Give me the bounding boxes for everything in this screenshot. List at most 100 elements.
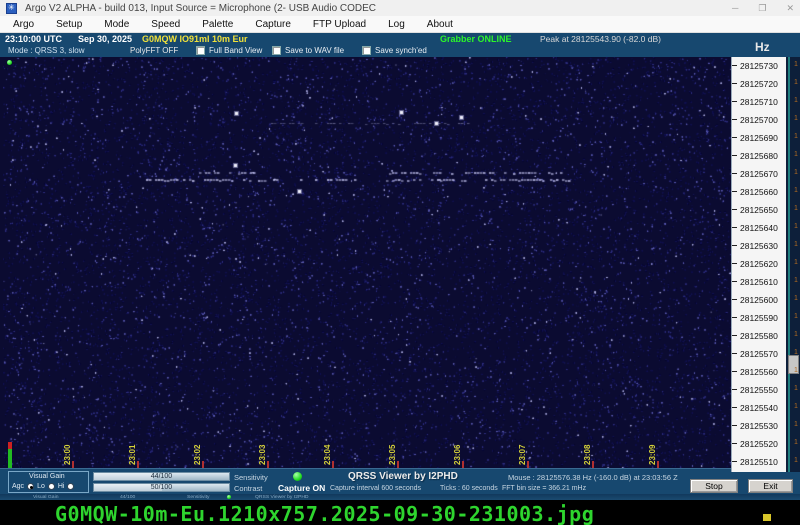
menu-item-log[interactable]: Log [377,19,416,30]
freq-fragment: 1 [794,313,798,320]
freq-fragment: 1 [794,349,798,356]
freq-label: 28125670 [740,169,778,179]
freq-fragment: 1 [794,151,798,158]
menu-item-setup[interactable]: Setup [45,19,93,30]
time-tick [72,461,74,468]
close-icon[interactable]: ✕ [786,3,794,14]
freq-fragment: 1 [794,79,798,86]
capture-state[interactable]: Capture ON [278,483,325,493]
sensitivity-value: 44/100 [150,473,173,480]
menu-item-about[interactable]: About [416,19,464,30]
freq-tick [732,263,737,264]
checkbox-save-synch-ed[interactable]: Save synch'ed [362,46,427,55]
freq-fragment: 1 [794,241,798,248]
time-label: 23:02 [193,444,202,465]
artifact-led-icon [227,495,231,499]
freq-fragment: 1 [794,421,798,428]
waterfall-overlay: 23:00 23:01 23:02 23:03 23:04 23:05 23:06 23:07… [3,57,731,468]
freq-tick [732,173,737,174]
artifact-fragment: 44/100 [120,494,136,500]
exit-button[interactable]: Exit [748,479,793,493]
freq-fragment: 1 [794,97,798,104]
time-tick [202,461,204,468]
menu-item-ftp-upload[interactable]: FTP Upload [302,19,377,30]
frequency-scale: 28125730 28125720 28125710 28125700 28125690… [731,57,786,472]
radio-lo[interactable] [47,483,55,490]
menu-bar: Argo Setup Mode Speed Palette Capture FTP Uplo… [0,16,800,33]
app-credit-label: QRSS Viewer by I2PHD [348,471,458,482]
contrast-label: Contrast [234,484,263,493]
sync-led-icon [7,60,12,65]
menu-item-capture[interactable]: Capture [244,19,302,30]
menu-item-argo[interactable]: Argo [2,19,45,30]
freq-tick [732,353,737,354]
freq-label: 28125650 [740,205,778,215]
freq-fragment: 1 [794,403,798,410]
peak-readout: Peak at 28125543.90 (-82.0 dB) [540,34,661,44]
minimize-icon[interactable]: ─ [732,3,738,13]
checkbox-save-to-wav-file[interactable]: Save to WAV file [272,46,344,55]
stop-button[interactable]: Stop [690,479,738,493]
radio-label-agc: Agc [12,483,25,490]
freq-label: 28125720 [740,79,778,89]
freq-fragment: 1 [794,61,798,68]
radio-agc[interactable] [27,483,35,490]
window-title: Argo V2 ALPHA - build 013, Input Source … [25,2,377,14]
checkbox-box[interactable] [272,46,281,55]
freq-tick [732,137,737,138]
freq-label: 28125610 [740,277,778,287]
freq-fragment: 1 [794,133,798,140]
input-level-meter [8,442,12,468]
freq-fragment: 1 [794,457,798,464]
freq-tick [732,65,737,66]
title-bar: Argo V2 ALPHA - build 013, Input Source … [0,0,800,16]
freq-tick [732,371,737,372]
maximize-icon[interactable]: ❐ [758,3,766,14]
sensitivity-slider[interactable]: 44/100 [93,472,230,481]
polyfft-label[interactable]: PolyFFT OFF [130,46,178,55]
menu-item-mode[interactable]: Mode [93,19,140,30]
freq-label: 28125730 [740,61,778,71]
freq-tick [732,317,737,318]
visual-gain-title: Visual Gain [29,473,65,480]
checkbox-box[interactable] [196,46,205,55]
freq-tick [732,299,737,300]
menu-item-speed[interactable]: Speed [140,19,191,30]
beacon-label: G0MQW IO91ml 10m Eur [142,34,248,44]
freq-tick [732,227,737,228]
freq-fragment: 1 [794,367,798,374]
freq-tick [732,461,737,462]
app-icon [6,2,17,14]
freq-tick [732,389,737,390]
sensitivity-label: Sensitivity [234,473,268,482]
mode-label: Mode : QRSS 3, slow [8,46,85,55]
freq-label: 28125590 [740,313,778,323]
artifact-fragment: QRSS Viewer by I2PHD [255,494,309,500]
radio-label-hi: Hi [57,483,65,490]
freq-tick [732,407,737,408]
checkbox-full-band-view[interactable]: Full Band View [196,46,262,55]
time-tick [592,461,594,468]
menu-item-palette[interactable]: Palette [191,19,244,30]
freq-label: 28125580 [740,331,778,341]
freq-tick [732,443,737,444]
freq-label: 28125600 [740,295,778,305]
contrast-value: 50/100 [150,484,173,491]
freq-tick [732,335,737,336]
checkbox-label: Save synch'ed [375,46,427,55]
checkbox-box[interactable] [362,46,371,55]
freq-label: 28125620 [740,259,778,269]
freq-label: 28125630 [740,241,778,251]
contrast-slider[interactable]: 50/100 [93,483,230,492]
freq-tick [732,191,737,192]
time-label: 23:07 [518,444,527,465]
grabber-filename: G0MQW-10m-Eu.1210x757.2025-09-30-231003.… [55,502,595,525]
time-label: 23:09 [648,444,657,465]
utc-clock: 23:10:00 UTC [5,34,63,44]
yellow-marker [763,514,771,521]
freq-label: 28125680 [740,151,778,161]
radio-hi[interactable] [67,483,75,490]
freq-fragment: 1 [794,331,798,338]
freq-tick [732,101,737,102]
checkbox-label: Full Band View [209,46,263,55]
